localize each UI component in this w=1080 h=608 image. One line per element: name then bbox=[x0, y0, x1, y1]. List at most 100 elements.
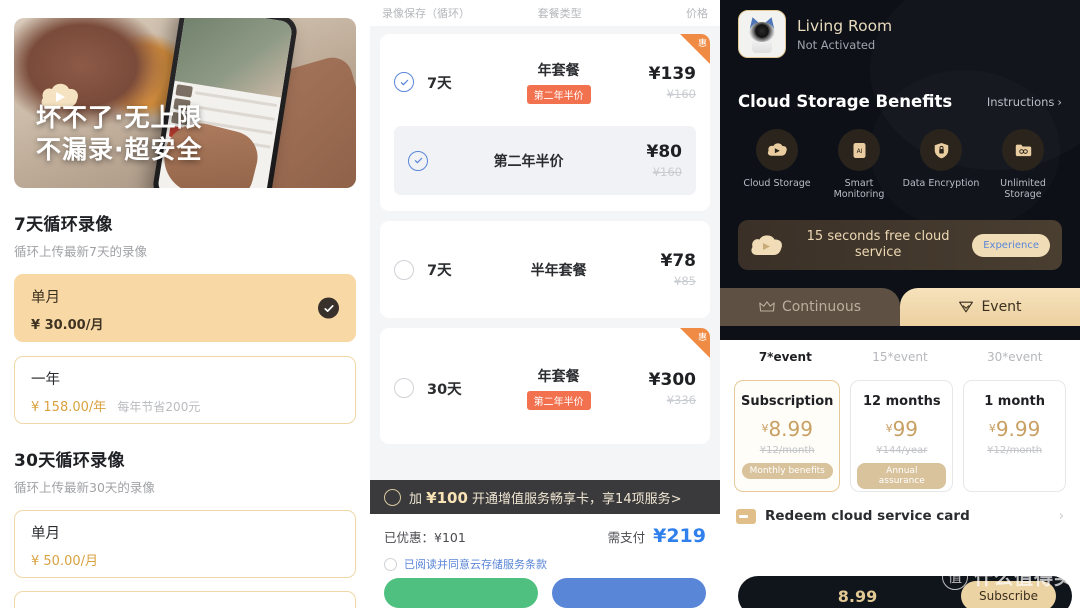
radio-unselected-icon[interactable] bbox=[384, 488, 401, 506]
sub-option-original-price: ¥160 bbox=[652, 165, 682, 179]
tab-event-label: Event bbox=[981, 299, 1022, 315]
package-card-3[interactable]: 惠 30天 年套餐 第二年半价 ¥300 ¥336 bbox=[380, 328, 710, 444]
plan-card-monthly-30day[interactable]: 单月 ¥ 50.00/月 bbox=[14, 510, 356, 578]
free-trial-text: 15 seconds free cloud service bbox=[806, 228, 950, 260]
sub-option-price: ¥80 bbox=[646, 142, 683, 162]
price-card-subscription[interactable]: Subscription ¥8.99 ¥12/month Monthly ben… bbox=[734, 380, 841, 492]
device-name: Living Room bbox=[797, 16, 893, 35]
subtab-7-event[interactable]: 7*event bbox=[728, 350, 843, 364]
package-list: 惠 7天 年套餐 第二年半价 ¥139 ¥160 第二年半价 ¥80 ¥160 … bbox=[370, 26, 720, 474]
radio-unselected-icon[interactable] bbox=[394, 259, 414, 280]
hero-title-line1: 坏不了·无上限 bbox=[36, 103, 203, 132]
package-original-price: ¥160 bbox=[666, 86, 696, 101]
sub-option-label: 第二年半价 bbox=[493, 153, 564, 170]
plan-price-value: ¥ 158.00/年 bbox=[31, 400, 107, 415]
benefit-label: Data Encryption bbox=[902, 178, 980, 189]
package-days: 7天 bbox=[427, 75, 452, 92]
addon-prefix: 加 bbox=[409, 491, 423, 507]
currency-symbol: ¥ bbox=[885, 422, 893, 435]
tab-continuous-label: Continuous bbox=[781, 299, 862, 315]
package-price: ¥78 bbox=[660, 251, 696, 271]
hero-banner[interactable]: 坏不了·无上限 不漏录·超安全 bbox=[14, 18, 356, 188]
agreement-link[interactable]: 云存储服务条款 bbox=[470, 558, 547, 571]
benefit-label: Cloud Storage bbox=[743, 178, 811, 189]
price-card-list: Subscription ¥8.99 ¥12/month Monthly ben… bbox=[720, 374, 1080, 492]
package-days: 30天 bbox=[427, 381, 462, 398]
section-title: 30天循环录像 bbox=[14, 451, 125, 471]
crown-icon bbox=[759, 301, 775, 312]
dark-hero-section: Living Room Not Activated Cloud Storage … bbox=[720, 0, 1080, 340]
secondary-action-button[interactable] bbox=[384, 578, 538, 608]
price-value: 99 bbox=[892, 417, 919, 441]
price-card-title: 1 month bbox=[984, 394, 1045, 409]
package-card-1[interactable]: 惠 7天 年套餐 第二年半价 ¥139 ¥160 第二年半价 ¥80 ¥160 bbox=[380, 34, 710, 211]
package-card-2[interactable]: 7天 半年套餐 ¥78 ¥85 bbox=[380, 221, 710, 318]
device-status: Not Activated bbox=[797, 37, 876, 52]
lock-shield-icon bbox=[920, 129, 962, 171]
plan-name: 单月 bbox=[31, 526, 60, 542]
radio-selected-icon[interactable] bbox=[394, 72, 414, 92]
price-card-price: ¥9.99 bbox=[970, 417, 1059, 441]
infinity-folder-icon bbox=[1002, 129, 1044, 171]
sub-option-row[interactable]: 第二年半价 ¥80 ¥160 bbox=[394, 126, 696, 195]
price-card-tag: Annual assurance bbox=[857, 463, 947, 489]
cloud-play-icon bbox=[756, 129, 798, 171]
benefit-label: Unlimited Storage bbox=[1000, 178, 1046, 200]
price-card-price: ¥8.99 bbox=[741, 417, 833, 441]
payment-summary: 已优惠：¥101 需支付 ¥219 bbox=[370, 514, 720, 547]
primary-action-button[interactable] bbox=[552, 578, 706, 608]
package-type: 年套餐 bbox=[537, 369, 580, 385]
addon-suffix: 开通增值服务畅享卡，享14项服务> bbox=[472, 491, 682, 507]
plan-card-monthly-7day[interactable]: 单月 ¥ 30.00/月 bbox=[14, 274, 356, 342]
ai-icon: AI bbox=[838, 129, 880, 171]
experience-button[interactable]: Experience bbox=[972, 233, 1050, 257]
header-price: 价格 bbox=[685, 7, 708, 20]
plan-name: 单月 bbox=[31, 290, 60, 306]
package-original-price: ¥85 bbox=[674, 274, 696, 288]
redeem-label: Redeem cloud service card bbox=[765, 508, 970, 524]
price-card-1-month[interactable]: 1 month ¥9.99 ¥12/month bbox=[963, 380, 1066, 492]
agreement-text: 已阅读并同意 bbox=[404, 558, 470, 571]
price-card-12-months[interactable]: 12 months ¥99 ¥144/year Annual assurance bbox=[850, 380, 954, 492]
subtab-30-event[interactable]: 30*event bbox=[957, 350, 1072, 364]
benefit-item-data-encryption[interactable]: Data Encryption bbox=[902, 129, 980, 200]
radio-unselected-icon[interactable] bbox=[394, 378, 414, 398]
radio-unselected-icon[interactable] bbox=[384, 557, 397, 571]
redeem-card-row[interactable]: Redeem cloud service card › bbox=[720, 492, 1080, 524]
package-original-price: ¥336 bbox=[666, 392, 696, 407]
subscribe-button[interactable]: Subscribe bbox=[961, 581, 1056, 608]
free-trial-banner[interactable]: 15 seconds free cloud service Experience bbox=[738, 220, 1062, 270]
addon-service-bar[interactable]: 加 ¥100 开通增值服务畅享卡，享14项服务> bbox=[370, 480, 720, 514]
plan-card-partial[interactable] bbox=[14, 591, 356, 608]
benefits-list: Cloud Storage AI Smart Monitoring Data E… bbox=[738, 129, 1062, 200]
hero-title-line2: 不漏录·超安全 bbox=[36, 135, 203, 164]
instructions-link[interactable]: Instructions › bbox=[984, 95, 1062, 109]
benefit-item-unlimited-storage[interactable]: Unlimited Storage bbox=[984, 129, 1062, 200]
discount-label: 已优惠：¥101 bbox=[384, 530, 466, 545]
subtab-15-event[interactable]: 15*event bbox=[843, 350, 958, 364]
price-card-original: ¥12/month bbox=[759, 445, 815, 456]
benefit-item-cloud-storage[interactable]: Cloud Storage bbox=[738, 129, 816, 200]
plan-card-yearly-7day[interactable]: 一年 ¥ 158.00/年 每年节省200元 bbox=[14, 356, 356, 424]
instructions-label: Instructions bbox=[986, 94, 1055, 109]
benefits-title: Cloud Storage Benefits bbox=[738, 92, 953, 111]
promo-ribbon-label: 惠 bbox=[697, 39, 707, 49]
radio-selected-icon[interactable] bbox=[408, 150, 428, 171]
hero-title: 坏不了·无上限 不漏录·超安全 bbox=[36, 102, 203, 166]
section-title: 7天循环录像 bbox=[14, 215, 113, 235]
cloud-icon bbox=[750, 232, 784, 258]
agreement-row[interactable]: 已阅读并同意云存储服务条款 bbox=[370, 547, 720, 578]
benefit-item-smart-monitoring[interactable]: AI Smart Monitoring bbox=[820, 129, 898, 200]
benefit-label: Smart Monitoring bbox=[833, 178, 885, 200]
tab-event[interactable]: Event bbox=[900, 288, 1080, 326]
plan-price: ¥ 50.00/月 bbox=[31, 554, 98, 569]
device-header[interactable]: Living Room Not Activated bbox=[738, 0, 1062, 58]
tab-continuous[interactable]: Continuous bbox=[720, 288, 900, 326]
section-30day: 30天循环录像 循环上传最新30天的录像 单月 ¥ 50.00/月 bbox=[14, 446, 356, 608]
chevron-right-icon: › bbox=[1057, 94, 1062, 109]
check-icon bbox=[318, 297, 339, 319]
package-price: ¥139 bbox=[648, 63, 696, 84]
plan-note: 每年节省200元 bbox=[117, 400, 201, 414]
pay-amount: ¥219 bbox=[653, 525, 706, 547]
price-value: 8.99 bbox=[768, 417, 813, 441]
